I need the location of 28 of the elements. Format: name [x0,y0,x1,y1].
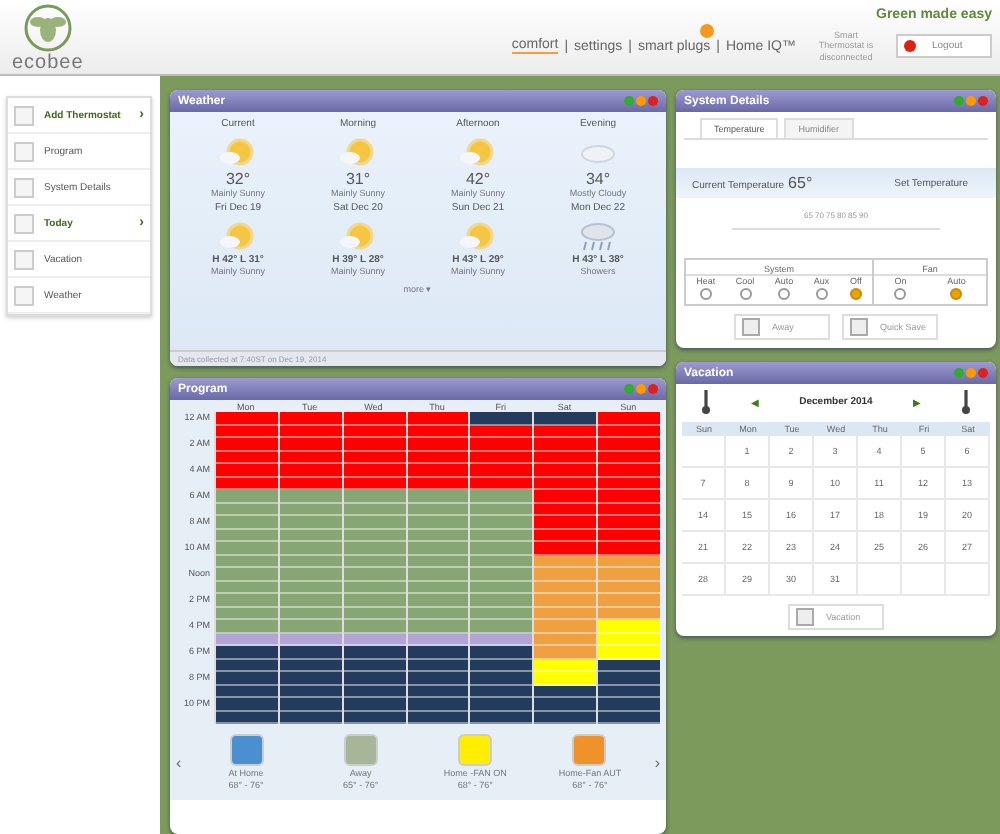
schedule-slot[interactable] [407,646,469,659]
temperature: 34° [585,170,611,188]
scroll-right-button[interactable]: › [654,753,660,771]
panel-controls-icon[interactable] [954,96,988,106]
temperature: 42° [465,170,491,188]
temperature: 31° [345,170,371,188]
thermometer-icon [961,390,970,414]
radio-button[interactable] [815,288,828,300]
comfort-setting-icon[interactable] [229,734,263,766]
panel-controls-icon[interactable] [954,368,988,378]
comfort-setting-icon[interactable] [572,734,607,766]
thermometer-icon [702,390,710,414]
temperature: 32° [225,170,251,188]
radio-button[interactable] [699,288,712,300]
radio-button[interactable] [778,288,791,300]
logo-text: ecobee [12,52,84,74]
radio-button[interactable] [849,288,862,300]
logo-icon [23,4,72,52]
schedule-slot[interactable] [407,698,469,711]
scroll-left-button[interactable]: ‹ [176,753,182,771]
comfort-setting-icon[interactable] [458,734,493,766]
schedule-slot[interactable] [407,672,469,685]
radio-button[interactable] [739,288,752,300]
radio-button[interactable] [894,288,907,300]
panel-controls-icon[interactable] [624,96,658,106]
radio-button[interactable] [950,288,963,300]
comfort-setting-icon[interactable] [343,734,378,766]
panel-controls-icon[interactable] [624,384,658,394]
